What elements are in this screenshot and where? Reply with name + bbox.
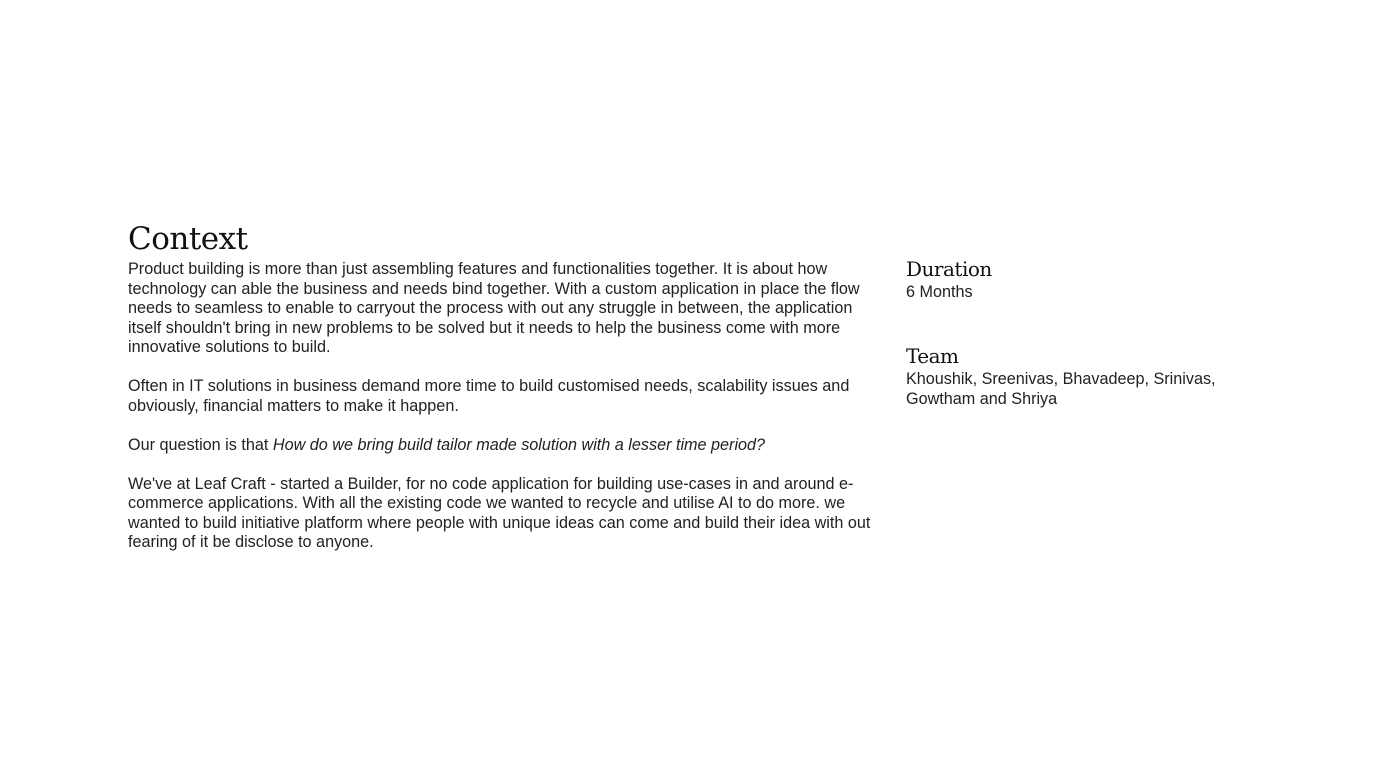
team-members: Khoushik, Sreenivas, Bhavadeep, Srinivas… bbox=[906, 370, 1216, 408]
question-prefix: Our question is that bbox=[128, 435, 273, 454]
context-paragraph-intro: Product building is more than just assem… bbox=[128, 260, 860, 356]
duration-heading: Duration bbox=[906, 257, 992, 281]
context-question: Our question is that How do we bring bui… bbox=[128, 436, 884, 456]
question-emphasis: How do we bring build tailor made soluti… bbox=[272, 435, 766, 454]
context-paragraph-leaf-craft: We've at Leaf Craft - started a Builder,… bbox=[128, 474, 871, 552]
context-heading: Context bbox=[128, 221, 248, 257]
team-section: Team Khoushik, Sreenivas, Bhavadeep, Sri… bbox=[906, 342, 1266, 409]
duration-section: Duration 6 Months bbox=[906, 255, 1266, 303]
duration-value: 6 Months bbox=[906, 283, 973, 301]
context-paragraph-it-solutions: Often in IT solutions in business demand… bbox=[128, 377, 850, 415]
context-section: Context Product building is more than ju… bbox=[128, 218, 884, 553]
team-heading: Team bbox=[906, 344, 959, 368]
